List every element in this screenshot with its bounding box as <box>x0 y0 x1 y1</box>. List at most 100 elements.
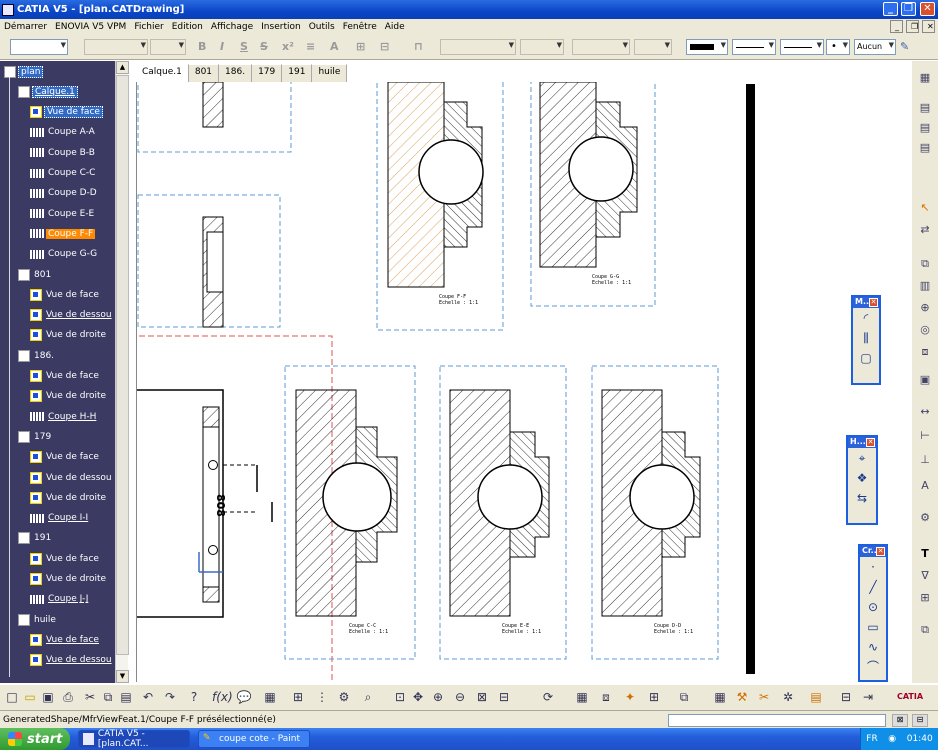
section-view-e[interactable]: Coupe E-E Echelle : 1:1 <box>439 365 567 660</box>
spline-icon[interactable]: ∿ <box>860 637 886 657</box>
tab-179[interactable]: 179 <box>252 64 283 82</box>
menu-demarrer[interactable]: Démarrer <box>0 22 51 32</box>
tree-node[interactable]: 801 <box>18 267 53 282</box>
tree-node[interactable]: 186. <box>18 348 56 363</box>
view-frame-icon[interactable]: ⧈ <box>598 689 614 705</box>
zoom-out-icon[interactable]: ⊖ <box>452 689 468 705</box>
new-view-icon[interactable]: ▤ <box>916 101 934 117</box>
tree-node[interactable]: Vue de droite <box>30 328 108 343</box>
tree-node[interactable]: 191 <box>18 531 53 546</box>
format-combo[interactable] <box>572 39 630 55</box>
tree-node[interactable]: Coupe D-D <box>30 186 99 201</box>
tolerance-icon[interactable]: ⊥ <box>916 453 934 469</box>
cut-icon[interactable]: ✂ <box>82 689 98 705</box>
menu-aide[interactable]: Aide <box>381 22 409 32</box>
doc-close-button[interactable]: ✕ <box>922 20 935 33</box>
language-indicator[interactable]: FR <box>866 734 877 744</box>
curve-icon[interactable]: ⌒ <box>860 657 886 677</box>
analysis-icon[interactable]: ⊞ <box>646 689 662 705</box>
format-value-combo[interactable] <box>634 39 672 55</box>
comment-icon[interactable]: 💬 <box>236 689 252 705</box>
close-button[interactable]: ✕ <box>920 2 935 16</box>
line-icon[interactable]: ╱ <box>860 577 886 597</box>
snap-icon[interactable]: ✦ <box>622 689 638 705</box>
tree-node[interactable]: Coupe B-B <box>30 145 97 160</box>
grid-icon[interactable]: ▦ <box>574 689 590 705</box>
circle-icon[interactable]: ⊙ <box>860 597 886 617</box>
import-icon[interactable]: ▤ <box>808 689 824 705</box>
tolerance-combo[interactable] <box>440 39 516 55</box>
tree-node[interactable]: Vue de face <box>30 551 101 566</box>
dimension-tool-icon[interactable]: ↔ <box>916 405 934 421</box>
scroll-thumb[interactable] <box>116 75 129 655</box>
doc-restore-button[interactable]: ❐ <box>906 20 919 33</box>
tree-node[interactable]: Coupe F-F <box>30 226 96 241</box>
power-input-field[interactable] <box>668 714 886 727</box>
pan-icon[interactable]: ✥ <box>410 689 426 705</box>
menu-fichier[interactable]: Fichier <box>130 22 167 32</box>
palette-m-header[interactable]: M... ✕ <box>853 297 879 308</box>
redo-icon[interactable]: ↷ <box>162 689 178 705</box>
fit-all-icon[interactable]: ⊡ <box>392 689 408 705</box>
section-view-d[interactable]: Coupe D-D Echelle : 1:1 <box>591 365 719 660</box>
measure-icon[interactable]: ⚙ <box>336 689 352 705</box>
palette-m[interactable]: M... ✕ ◜ ⫼ ▢ <box>851 295 881 385</box>
paste-icon[interactable]: ▤ <box>118 689 134 705</box>
position-icon[interactable]: ⊟ <box>838 689 854 705</box>
filter-icon[interactable]: ⧉ <box>676 689 692 705</box>
menu-outils[interactable]: Outils <box>305 22 339 32</box>
detail-view-icon[interactable]: ⊕ <box>916 301 934 317</box>
painter-icon[interactable]: ✎ <box>900 40 909 53</box>
anchor-icon[interactable]: ⊟ <box>380 40 389 53</box>
copy-icon[interactable]: ⧉ <box>100 689 116 705</box>
save-icon[interactable]: ▣ <box>40 689 56 705</box>
precision-combo[interactable] <box>520 39 564 55</box>
tree-node[interactable]: 179 <box>18 429 53 444</box>
tree-node[interactable]: Vue de dessou <box>30 653 114 668</box>
tray-volume-icon[interactable]: ◉ <box>888 734 896 744</box>
bold-icon[interactable]: B <box>198 40 206 53</box>
doc-minimize-button[interactable]: _ <box>890 20 903 33</box>
refresh-icon[interactable]: ⟳ <box>540 689 556 705</box>
justify-icon[interactable]: ≡ <box>306 40 315 53</box>
section-view-f[interactable]: Coupe F-F Echelle : 1:1 <box>376 82 504 331</box>
superscript-icon[interactable]: x² <box>282 40 294 53</box>
tree-node[interactable]: Coupe I-I <box>30 511 90 526</box>
menu-insertion[interactable]: Insertion <box>257 22 305 32</box>
text-icon[interactable]: T <box>916 547 934 563</box>
projection-icon[interactable]: ⧉ <box>916 257 934 273</box>
scroll-down-icon[interactable]: ▼ <box>116 670 129 683</box>
arc-dimension-icon[interactable]: ◜ <box>853 308 879 328</box>
tree-node[interactable]: Calque.1 <box>18 84 78 99</box>
pattern-combo[interactable]: Aucun <box>854 39 896 55</box>
detail-icon[interactable]: ▤ <box>916 141 934 157</box>
symbol-icon[interactable]: ⊞ <box>356 40 365 53</box>
formula-icon[interactable]: f(x) <box>212 689 233 705</box>
zoom-in-icon[interactable]: ⊕ <box>430 689 446 705</box>
line-weight-combo[interactable] <box>732 39 776 55</box>
wizard-icon[interactable]: ▣ <box>916 373 934 389</box>
erase-command-icon[interactable]: ⊟ <box>912 714 928 727</box>
update-icon[interactable]: ⚒ <box>734 689 750 705</box>
start-button[interactable]: start <box>0 728 70 750</box>
symmetry-icon[interactable]: ⫼ <box>853 328 879 348</box>
tree-node[interactable]: Coupe G-G <box>30 247 99 262</box>
menu-fenetre[interactable]: Fenêtre <box>339 22 381 32</box>
frame-icon[interactable]: ▢ <box>853 348 879 368</box>
symbol-tool-icon[interactable]: ∇ <box>916 569 934 585</box>
point-combo[interactable]: • <box>826 39 850 55</box>
color-combo[interactable] <box>686 39 728 55</box>
search-icon[interactable]: ⌕ <box>360 689 376 705</box>
graphics-icon[interactable]: ⊞ <box>290 689 306 705</box>
task-catia[interactable]: CATIA V5 - [plan.CAT... <box>78 729 190 749</box>
tree-node[interactable]: Vue de face <box>30 632 101 647</box>
sheet-icon[interactable]: ▦ <box>916 71 934 87</box>
palette-cr-close-icon[interactable]: ✕ <box>876 547 885 556</box>
tab-calque1[interactable]: Calque.1 <box>136 64 189 82</box>
tab-huile[interactable]: huile <box>312 64 348 82</box>
center-line-icon[interactable]: ⌖ <box>848 448 876 468</box>
dimension-icon[interactable]: ⊓ <box>414 40 423 53</box>
tree-node[interactable]: Coupe E-E <box>30 206 96 221</box>
drawing-canvas[interactable]: 808 Coupe F-F Echelle : 1:1 Coupe G-G Ec… <box>136 82 908 682</box>
palette-cr-header[interactable]: Cr... ✕ <box>860 546 886 557</box>
